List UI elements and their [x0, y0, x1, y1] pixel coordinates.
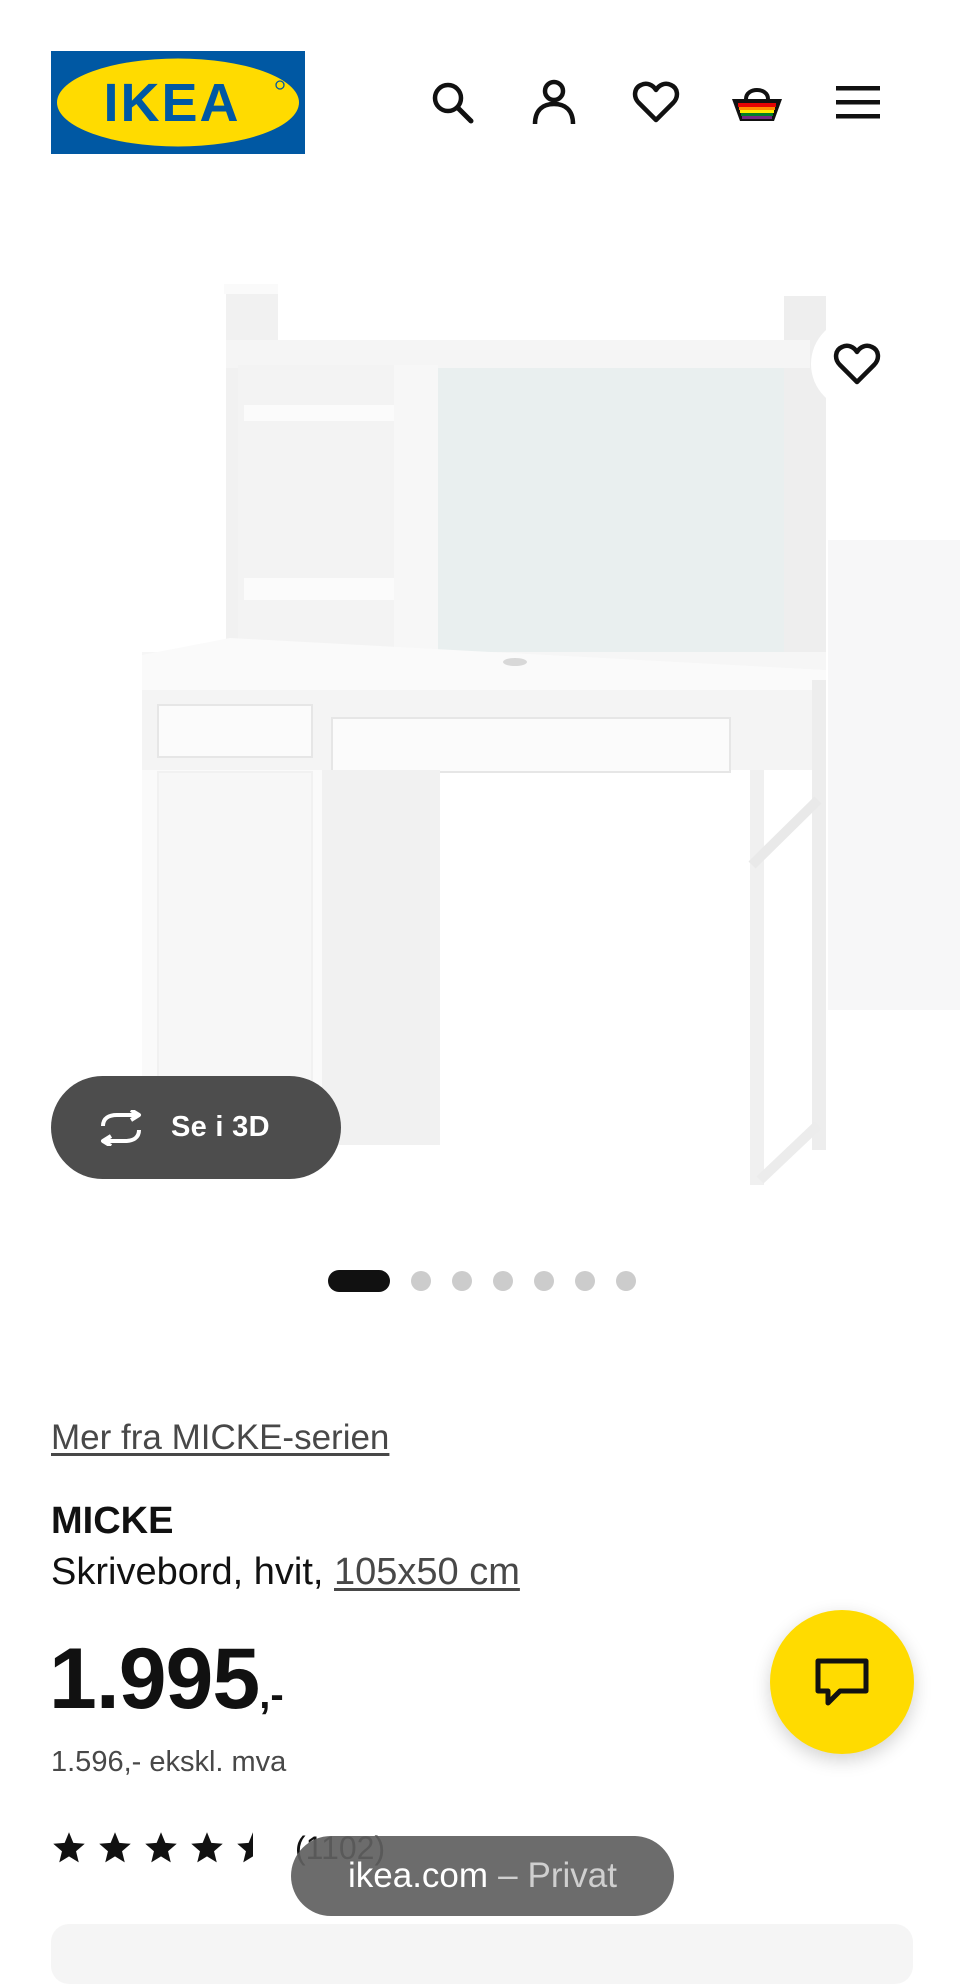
- view-3d-label: Se i 3D: [171, 1111, 270, 1143]
- save-favorite-button[interactable]: [811, 318, 903, 410]
- account-icon[interactable]: [526, 74, 582, 130]
- carousel-indicator: [0, 1270, 960, 1292]
- product-price: 1.995,-: [49, 1630, 284, 1729]
- carousel-dot[interactable]: [452, 1271, 472, 1291]
- browser-address-pill[interactable]: ikea.com – Privat: [291, 1836, 674, 1916]
- browser-mode: Privat: [527, 1856, 617, 1895]
- heart-icon: [833, 343, 881, 385]
- browser-separator: –: [498, 1856, 518, 1895]
- price-excl-vat: 1.596,- ekskl. mva: [51, 1746, 287, 1778]
- carousel-dot-active[interactable]: [328, 1270, 390, 1292]
- star-icon: [191, 1832, 223, 1863]
- price-main: 1.995: [49, 1631, 260, 1727]
- carousel-dot[interactable]: [575, 1271, 595, 1291]
- logo-text: IKEA: [103, 73, 240, 133]
- star-icon: [53, 1832, 85, 1863]
- chat-button[interactable]: [770, 1610, 914, 1754]
- carousel-dot[interactable]: [616, 1271, 636, 1291]
- ikea-logo[interactable]: IKEA: [51, 51, 305, 154]
- size-link[interactable]: 105x50 cm: [334, 1551, 520, 1593]
- menu-icon[interactable]: [830, 74, 886, 130]
- view-3d-button[interactable]: Se i 3D: [51, 1076, 341, 1179]
- product-description: Skrivebord, hvit, 105x50 cm: [51, 1551, 520, 1594]
- search-icon[interactable]: [424, 74, 480, 130]
- price-suffix: ,-: [259, 1673, 284, 1717]
- next-section-card: [51, 1924, 913, 1984]
- chat-icon: [815, 1658, 869, 1706]
- half-star-icon: [237, 1832, 253, 1863]
- basket-icon[interactable]: [729, 74, 785, 130]
- star-icon: [145, 1832, 177, 1863]
- product-name: MICKE: [51, 1500, 174, 1542]
- product-type: Skrivebord, hvit,: [51, 1551, 334, 1593]
- heart-icon[interactable]: [628, 74, 684, 130]
- carousel-dot[interactable]: [411, 1271, 431, 1291]
- carousel-dot[interactable]: [534, 1271, 554, 1291]
- header: IKEA: [0, 0, 960, 200]
- rotate-3d-icon: [95, 1100, 151, 1156]
- series-link[interactable]: Mer fra MICKE-serien: [51, 1418, 389, 1458]
- carousel-dot[interactable]: [493, 1271, 513, 1291]
- browser-domain: ikea.com: [348, 1856, 489, 1895]
- star-icon: [99, 1832, 131, 1863]
